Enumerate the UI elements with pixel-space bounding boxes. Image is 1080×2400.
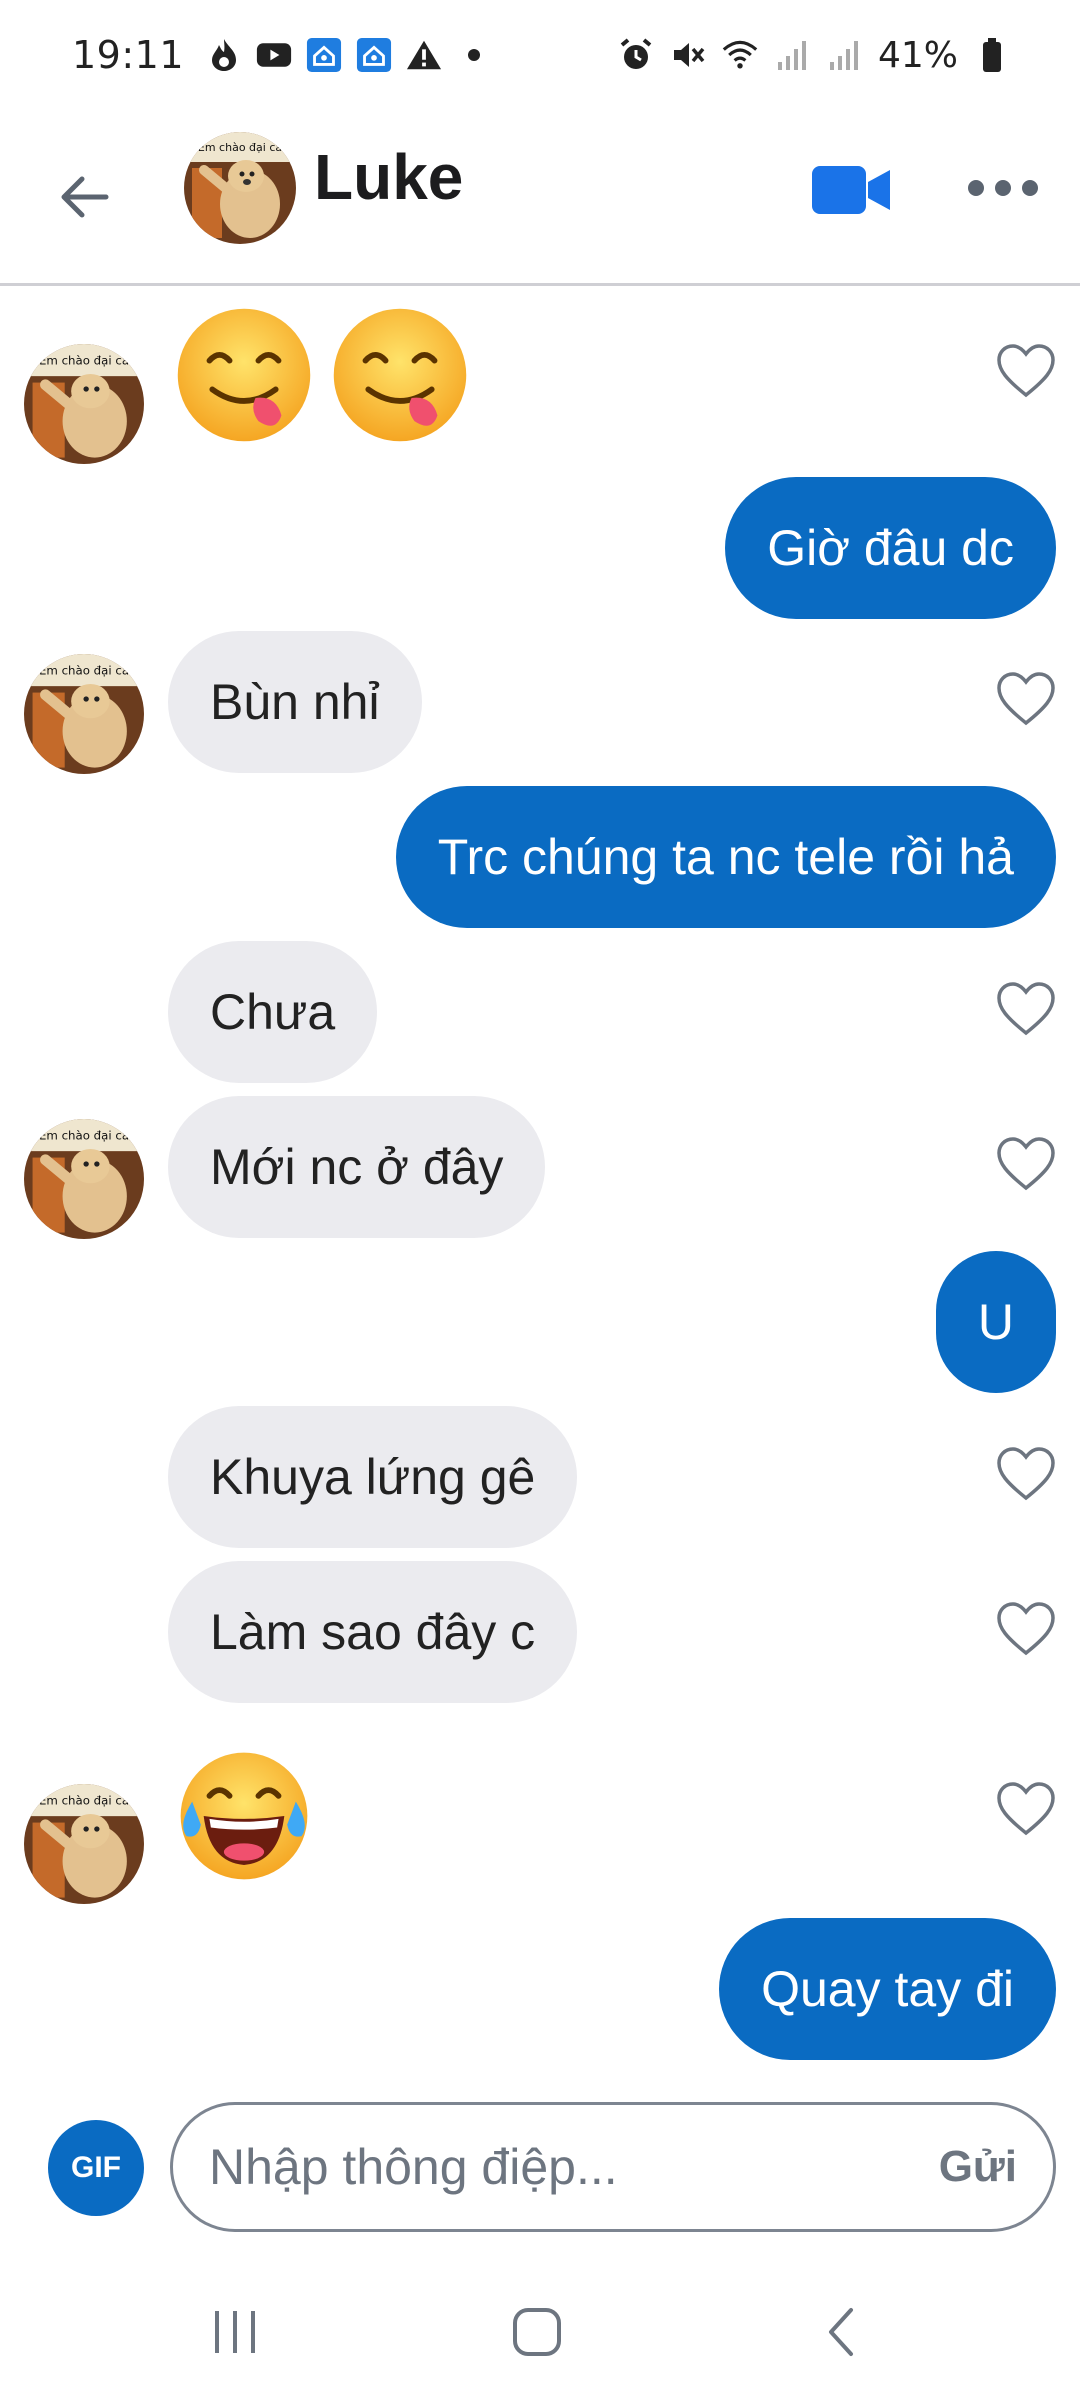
- emoji-message[interactable]: [172, 303, 472, 447]
- outgoing-message[interactable]: U: [935, 1251, 1056, 1393]
- more-options-button[interactable]: [968, 170, 1038, 206]
- signal-icon: [826, 37, 862, 73]
- battery-icon: [974, 37, 1010, 73]
- outgoing-message[interactable]: Quay tay đi: [719, 1918, 1056, 2060]
- more-dot: [1022, 180, 1038, 196]
- avatar-caption: Em chào đại ca: [198, 141, 282, 154]
- home-app-icon: [356, 37, 392, 73]
- more-dots-icon: [968, 180, 984, 196]
- alarm-icon: [618, 37, 654, 73]
- flame-icon: [206, 37, 242, 73]
- status-bar: 19:11 41%: [0, 0, 1080, 110]
- back-chevron-icon: [829, 2308, 853, 2356]
- home-app-icon: [306, 37, 342, 73]
- like-heart-icon[interactable]: [996, 1781, 1056, 1837]
- outgoing-message[interactable]: Giờ đâu dc: [725, 477, 1056, 619]
- like-heart-icon[interactable]: [996, 1136, 1056, 1192]
- sender-avatar[interactable]: Em chào đại ca: [24, 1119, 144, 1239]
- like-heart-icon[interactable]: [996, 1601, 1056, 1657]
- recent-apps-button[interactable]: [200, 2302, 270, 2362]
- contact-avatar[interactable]: Em chào đại ca: [184, 132, 296, 244]
- home-button[interactable]: [502, 2302, 572, 2362]
- chat-header: Em chào đại ca Luke: [0, 110, 1080, 286]
- system-icons: 41%: [618, 35, 1010, 76]
- signal-icon: [774, 37, 810, 73]
- back-button[interactable]: [56, 169, 112, 225]
- incoming-message[interactable]: Chưa: [168, 941, 378, 1083]
- send-button[interactable]: Gửi: [939, 2142, 1017, 2192]
- yum-emoji: [333, 308, 467, 442]
- like-heart-icon[interactable]: [996, 1446, 1056, 1502]
- yum-emoji: [177, 308, 311, 442]
- like-heart-icon[interactable]: [996, 981, 1056, 1037]
- incoming-message[interactable]: Mới nc ở đây: [168, 1096, 546, 1238]
- youtube-icon: [256, 37, 292, 73]
- sender-avatar[interactable]: Em chào đại ca: [24, 654, 144, 774]
- message-composer: GIF Gửi: [0, 2090, 1080, 2240]
- sender-avatar[interactable]: Em chào đại ca: [24, 344, 144, 464]
- back-nav-button[interactable]: [806, 2302, 876, 2362]
- incoming-message[interactable]: Bùn nhỉ: [168, 631, 422, 773]
- avatar-caption: Em chào đại ca: [39, 1793, 129, 1807]
- mute-icon: [670, 37, 706, 73]
- contact-name[interactable]: Luke: [314, 140, 463, 214]
- status-time: 19:11: [72, 33, 185, 77]
- like-heart-icon[interactable]: [996, 671, 1056, 727]
- tears-of-joy-emoji: [180, 1752, 308, 1880]
- more-dot: [995, 180, 1011, 196]
- system-nav-bar: [0, 2262, 1080, 2400]
- outgoing-message[interactable]: Trc chúng ta nc tele rồi hả: [395, 786, 1056, 928]
- message-input[interactable]: [209, 2138, 923, 2196]
- gif-button[interactable]: GIF: [48, 2120, 144, 2216]
- video-call-button[interactable]: [810, 162, 894, 218]
- avatar-caption: Em chào đại ca: [39, 353, 129, 367]
- incoming-message[interactable]: Khuya lứng gê: [168, 1406, 578, 1548]
- incoming-message[interactable]: Làm sao đây c: [168, 1561, 578, 1703]
- notification-icons: [206, 37, 492, 73]
- battery-percent: 41%: [877, 34, 958, 76]
- message-list[interactable]: Em chào đại ca Giờ đâu dc Em chào đại ca…: [0, 289, 1080, 2079]
- dot-icon: [456, 37, 492, 73]
- like-heart-icon[interactable]: [996, 343, 1056, 399]
- warning-icon: [406, 37, 442, 73]
- home-icon: [513, 2308, 561, 2356]
- wifi-icon: [722, 37, 758, 73]
- back-arrow-icon: [61, 176, 109, 217]
- sender-avatar[interactable]: Em chào đại ca: [24, 1784, 144, 1904]
- emoji-message[interactable]: [172, 1744, 316, 1888]
- recent-apps-icon: [215, 2311, 255, 2353]
- video-camera-icon: [812, 166, 890, 214]
- message-input-container[interactable]: Gửi: [170, 2102, 1056, 2232]
- avatar-caption: Em chào đại ca: [39, 663, 129, 677]
- avatar-caption: Em chào đại ca: [39, 1128, 129, 1142]
